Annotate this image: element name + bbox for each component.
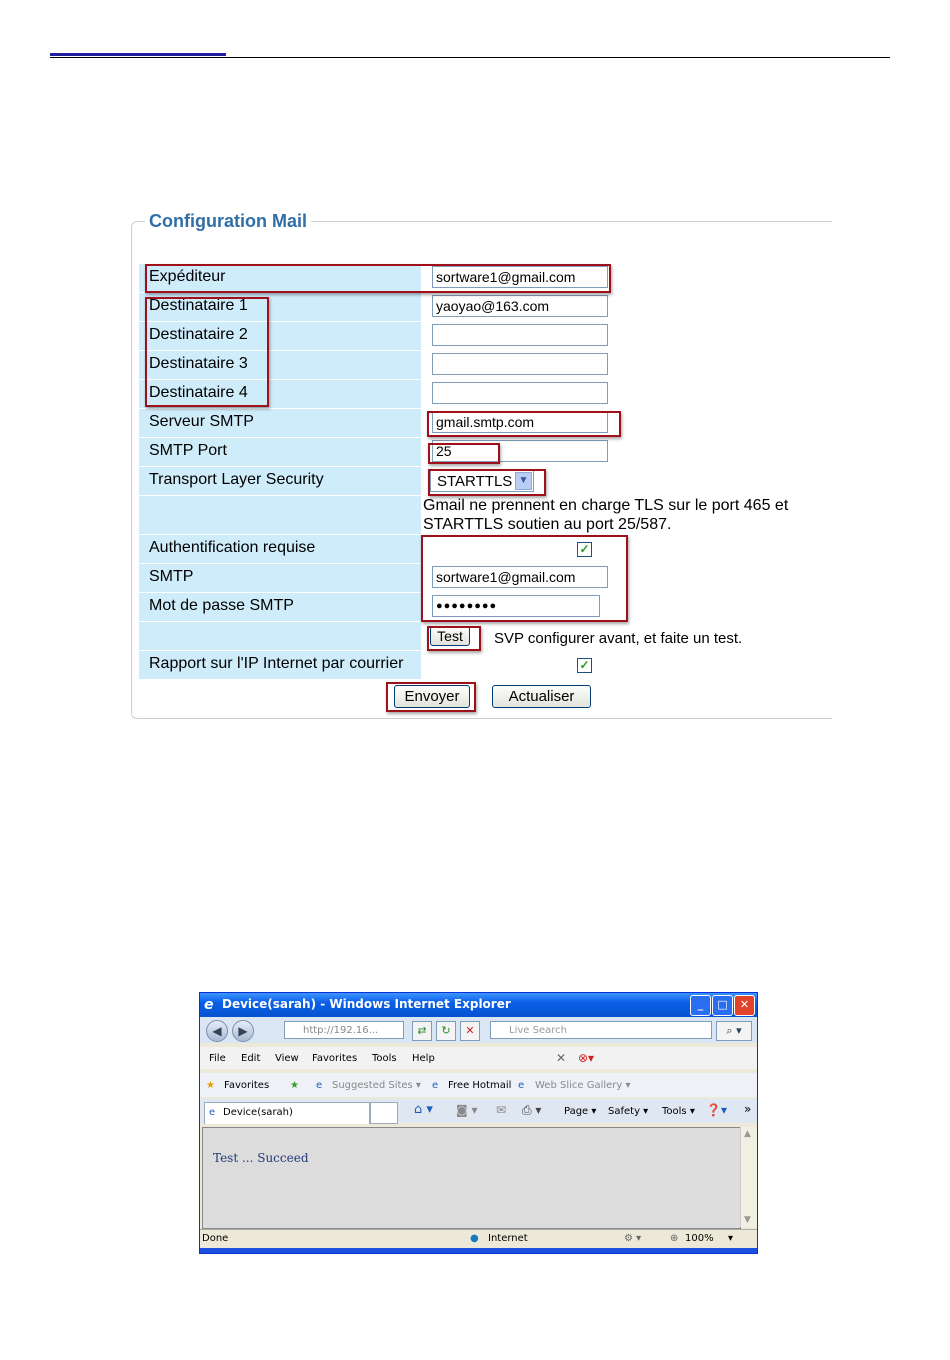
checkmark-icon: ✓: [579, 658, 590, 672]
menu-help[interactable]: Help: [412, 1053, 435, 1064]
globe-icon: ●: [470, 1233, 479, 1244]
report-checkbox[interactable]: ✓: [577, 658, 592, 673]
protected-mode-icon[interactable]: ⚙ ▾: [624, 1233, 641, 1244]
suggested-sites-link[interactable]: Suggested Sites ▾: [332, 1080, 421, 1091]
ie-bottom-edge: [200, 1248, 757, 1253]
ie-page-icon: e: [518, 1080, 525, 1091]
forward-icon[interactable]: ▶: [232, 1020, 254, 1042]
highlight-recipients: [145, 297, 269, 407]
tls-note-line1: Gmail ne prennent en charge TLS sur le p…: [423, 497, 789, 514]
report-label: Rapport sur l'IP Internet par courrier: [149, 655, 404, 672]
ie-page-icon: e: [432, 1080, 439, 1091]
ie-navigation-bar: ◀ ▶ http://192.16... ⇄ ↻ ✕ Live Search ⌕…: [200, 1017, 757, 1043]
free-hotmail-link[interactable]: Free Hotmail: [448, 1080, 511, 1091]
print-icon[interactable]: ⎙ ▾: [522, 1103, 541, 1118]
ie-status-bar: Done ● Internet ⚙ ▾ ⊕ 100% ▾: [200, 1229, 757, 1248]
feeds-icon[interactable]: ◙ ▾: [456, 1103, 477, 1117]
help-icon[interactable]: ❓▾: [706, 1103, 727, 1117]
tools-menu[interactable]: Tools ▾: [662, 1106, 695, 1117]
test-note: SVP configurer avant, et faite un test.: [494, 630, 743, 647]
close-icon[interactable]: ✕: [734, 995, 755, 1016]
ie-page-icon: e: [316, 1080, 323, 1091]
refresh-button[interactable]: Actualiser: [492, 685, 591, 708]
recipient3-input[interactable]: [432, 353, 608, 375]
mail-icon[interactable]: ✉: [496, 1103, 506, 1117]
recipient1-input[interactable]: yaoyao@163.com: [432, 295, 608, 317]
web-slice-gallery-link[interactable]: Web Slice Gallery ▾: [535, 1080, 631, 1091]
scroll-up-icon[interactable]: ▲: [744, 1129, 751, 1139]
header-link-underline: [50, 53, 226, 56]
ie-logo-icon: e: [204, 997, 214, 1013]
header-rule: [50, 57, 890, 58]
ie-window: e Device(sarah) - Windows Internet Explo…: [199, 992, 758, 1254]
star-icon: ★: [206, 1080, 215, 1091]
menu-file[interactable]: File: [209, 1053, 226, 1064]
search-input[interactable]: Live Search: [490, 1021, 712, 1039]
menu-favorites[interactable]: Favorites: [312, 1053, 357, 1064]
row-report: Rapport sur l'IP Internet par courrier ✓: [139, 651, 827, 679]
ie-title-bar: e Device(sarah) - Windows Internet Explo…: [200, 993, 757, 1017]
menu-tools[interactable]: Tools: [372, 1053, 397, 1064]
ie-content-area: Test ... Succeed: [202, 1127, 741, 1229]
tab-label: Device(sarah): [223, 1107, 293, 1118]
favorites-button[interactable]: Favorites: [224, 1080, 269, 1091]
back-icon[interactable]: ◀: [206, 1020, 228, 1042]
address-bar[interactable]: http://192.16...: [284, 1021, 404, 1039]
highlight-smtp-server: [427, 411, 621, 437]
stop-icon[interactable]: ✕: [460, 1021, 480, 1041]
auth-label: Authentification requise: [149, 539, 316, 556]
close-tab-icon[interactable]: ✕: [556, 1051, 566, 1065]
smtp-port-label: SMTP Port: [149, 442, 227, 459]
highlight-sender: [145, 264, 611, 293]
menu-view[interactable]: View: [275, 1053, 299, 1064]
vertical-scrollbar[interactable]: ▲ ▼: [740, 1127, 757, 1227]
maximize-icon[interactable]: □: [712, 995, 733, 1016]
add-favorite-icon[interactable]: ★: [290, 1080, 299, 1091]
scroll-down-icon[interactable]: ▼: [744, 1215, 751, 1225]
minimize-icon[interactable]: _: [690, 995, 711, 1016]
home-icon[interactable]: ⌂ ▾: [414, 1102, 433, 1117]
search-icon[interactable]: ⌕ ▾: [716, 1021, 752, 1041]
chevron-right-icon[interactable]: »: [744, 1102, 751, 1116]
tls-note-line2: STARTTLS soutien au port 25/587.: [423, 516, 672, 533]
highlight-tls: [428, 469, 546, 496]
ie-favorites-bar: ★ Favorites ★ e Suggested Sites ▾ e Free…: [200, 1073, 757, 1097]
tab-device[interactable]: e Device(sarah): [204, 1102, 370, 1124]
refresh-icon[interactable]: ⇄: [412, 1021, 432, 1041]
address-value: http://192.16...: [303, 1025, 379, 1036]
highlight-smtp-port: [428, 443, 500, 464]
smtp-user-label: SMTP: [149, 568, 194, 585]
zoom-icon[interactable]: ⊕: [670, 1233, 678, 1244]
zoom-level[interactable]: 100%: [685, 1233, 714, 1244]
ie-menu-bar: File Edit View Favorites Tools Help ✕ ⊗▾: [200, 1047, 757, 1069]
smtp-password-label: Mot de passe SMTP: [149, 597, 294, 614]
menu-edit[interactable]: Edit: [241, 1053, 260, 1064]
tls-label: Transport Layer Security: [149, 471, 324, 488]
smtp-server-label: Serveur SMTP: [149, 413, 254, 430]
safety-menu[interactable]: Safety ▾: [608, 1106, 648, 1117]
panel-title: Configuration Mail: [145, 211, 311, 232]
highlight-submit: [386, 682, 476, 712]
highlight-test: [427, 626, 481, 651]
ie-tab-bar: e Device(sarah) ⌂ ▾ ◙ ▾ ✉ ⎙ ▾ Page ▾ Saf…: [200, 1099, 757, 1124]
status-text: Done: [202, 1233, 229, 1244]
recipient4-input[interactable]: [432, 382, 608, 404]
ie-page-icon: e: [209, 1107, 216, 1118]
highlight-auth: [421, 535, 628, 622]
new-tab-button[interactable]: [370, 1102, 398, 1124]
feed-blocker-icon[interactable]: ⊗▾: [578, 1051, 594, 1065]
ie-window-title: Device(sarah) - Windows Internet Explore…: [222, 997, 511, 1011]
go-icon[interactable]: ↻: [436, 1021, 456, 1041]
page-menu[interactable]: Page ▾: [564, 1106, 596, 1117]
zone-text: Internet: [488, 1233, 528, 1244]
zoom-dropdown-icon[interactable]: ▾: [728, 1233, 733, 1244]
recipient2-input[interactable]: [432, 324, 608, 346]
result-message: Test ... Succeed: [213, 1151, 309, 1165]
